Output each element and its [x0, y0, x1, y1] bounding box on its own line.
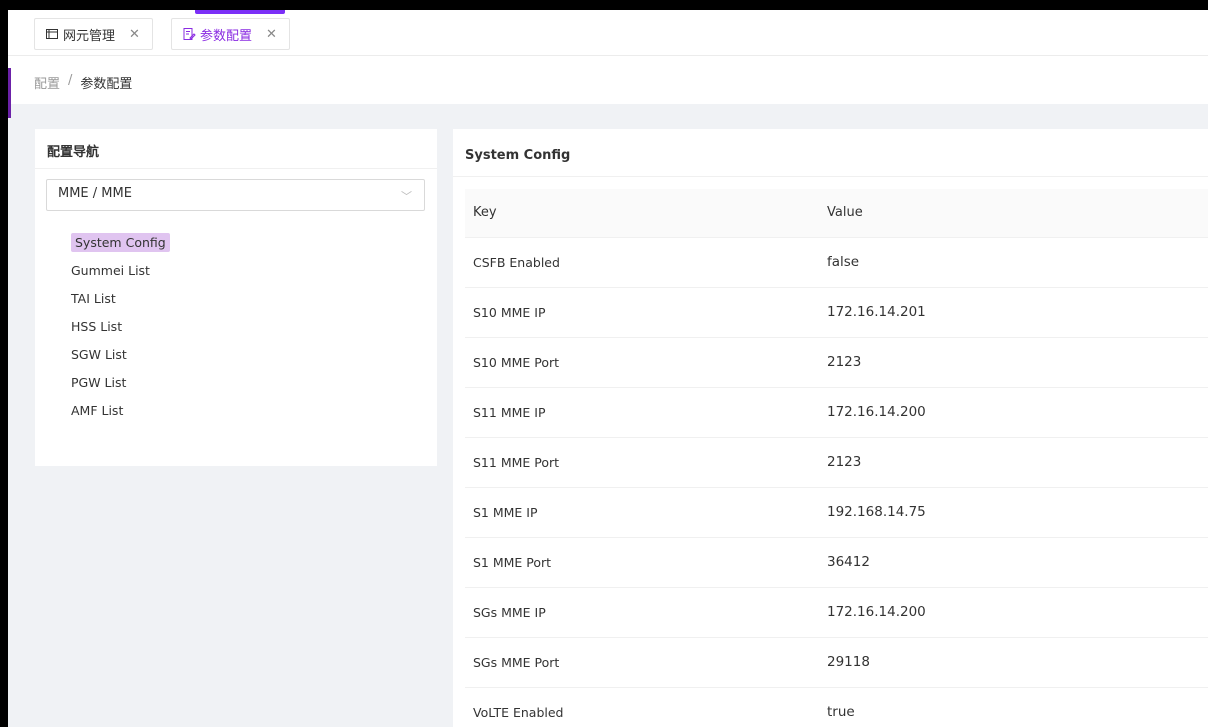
- table-row: SGs MME Port 29118: [465, 637, 1208, 688]
- config-nav-title: 配置导航: [35, 129, 437, 169]
- table-row: S1 MME IP 192.168.14.75: [465, 487, 1208, 538]
- row-key: VoLTE Enabled: [465, 687, 819, 727]
- nav-item-label: HSS List: [71, 319, 123, 334]
- row-key: S10 MME Port: [465, 337, 819, 388]
- table-row: S1 MME Port 36412: [465, 537, 1208, 588]
- row-value: 36412: [819, 537, 1208, 588]
- row-value: 2123: [819, 337, 1208, 388]
- nav-item-sgw-list[interactable]: SGW List: [66, 345, 175, 373]
- nav-item-amf-list[interactable]: AMF List: [66, 401, 175, 429]
- nav-item-system-config[interactable]: System Config: [66, 233, 175, 261]
- table-row: S10 MME IP 172.16.14.201: [465, 287, 1208, 338]
- table-row: CSFB Enabled false: [465, 237, 1208, 288]
- row-value: 192.168.14.75: [819, 487, 1208, 538]
- app-frame: 网元管理 ✕ 参数配置 ✕ 配置 / 参数配置 配置导航 MME / MME ﹀…: [8, 10, 1208, 727]
- active-tab-indicator: [195, 10, 285, 14]
- nav-item-hss-list[interactable]: HSS List: [66, 317, 175, 345]
- column-header-value: Value: [819, 189, 1208, 238]
- breadcrumb-current: 参数配置: [80, 77, 133, 92]
- row-value: 29118: [819, 637, 1208, 688]
- row-value: 2123: [819, 437, 1208, 488]
- table-row: VoLTE Enabled true: [465, 687, 1208, 727]
- panel-title: System Config: [453, 129, 1208, 177]
- breadcrumb: 配置 / 参数配置: [34, 73, 132, 92]
- config-nav-panel: 配置导航 MME / MME ﹀ System Config Gummei Li…: [35, 129, 437, 466]
- nav-item-pgw-list[interactable]: PGW List: [66, 373, 175, 401]
- row-key: S11 MME IP: [465, 387, 819, 438]
- tab-network-element-management[interactable]: 网元管理 ✕: [34, 18, 153, 50]
- nav-item-label: TAI List: [71, 291, 116, 306]
- close-icon[interactable]: ✕: [266, 27, 277, 42]
- breadcrumb-bar: [8, 56, 1208, 104]
- close-icon[interactable]: ✕: [129, 27, 140, 42]
- tab-bar: 网元管理 ✕ 参数配置 ✕: [8, 10, 1208, 56]
- column-header-key: Key: [465, 189, 819, 238]
- nav-item-gummei-list[interactable]: Gummei List: [66, 261, 175, 289]
- tab-label: 参数配置: [200, 28, 253, 44]
- config-table: Key Value CSFB Enabled false S10 MME IP 17…: [465, 189, 1208, 727]
- nav-item-label: Gummei List: [71, 263, 150, 278]
- row-key: S1 MME Port: [465, 537, 819, 588]
- system-config-panel: System Config Key Value CSFB Enabled fals…: [453, 129, 1208, 727]
- tab-label: 网元管理: [63, 28, 116, 44]
- row-key: CSFB Enabled: [465, 237, 819, 288]
- row-key: S10 MME IP: [465, 287, 819, 338]
- row-key: SGs MME Port: [465, 637, 819, 688]
- row-key: S11 MME Port: [465, 437, 819, 488]
- folder-icon: [45, 27, 59, 41]
- tab-parameter-config[interactable]: 参数配置 ✕: [171, 18, 290, 50]
- table-header-row: Key Value: [465, 189, 1208, 238]
- config-nav-list: System Config Gummei List TAI List HSS L…: [71, 233, 175, 429]
- nav-item-label: System Config: [71, 233, 170, 252]
- breadcrumb-separator: /: [68, 73, 73, 88]
- row-value: 172.16.14.200: [819, 587, 1208, 638]
- nav-item-tai-list[interactable]: TAI List: [66, 289, 175, 317]
- breadcrumb-parent[interactable]: 配置: [34, 73, 60, 92]
- row-value: 172.16.14.200: [819, 387, 1208, 438]
- nav-item-label: PGW List: [71, 375, 127, 390]
- table-row: SGs MME IP 172.16.14.200: [465, 587, 1208, 638]
- accent-bar: [8, 68, 11, 118]
- nav-item-label: SGW List: [71, 347, 127, 362]
- nav-item-label: AMF List: [71, 403, 124, 418]
- edit-doc-icon: [182, 27, 196, 41]
- row-key: S1 MME IP: [465, 487, 819, 538]
- row-value: true: [819, 687, 1208, 727]
- chevron-down-icon: ﹀: [401, 190, 412, 203]
- table-row: S10 MME Port 2123: [465, 337, 1208, 388]
- ne-type-select[interactable]: MME / MME ﹀: [46, 179, 425, 211]
- row-value: false: [819, 237, 1208, 288]
- row-key: SGs MME IP: [465, 587, 819, 638]
- table-row: S11 MME IP 172.16.14.200: [465, 387, 1208, 438]
- table-row: S11 MME Port 2123: [465, 437, 1208, 488]
- select-value: MME / MME: [58, 186, 132, 201]
- row-value: 172.16.14.201: [819, 287, 1208, 338]
